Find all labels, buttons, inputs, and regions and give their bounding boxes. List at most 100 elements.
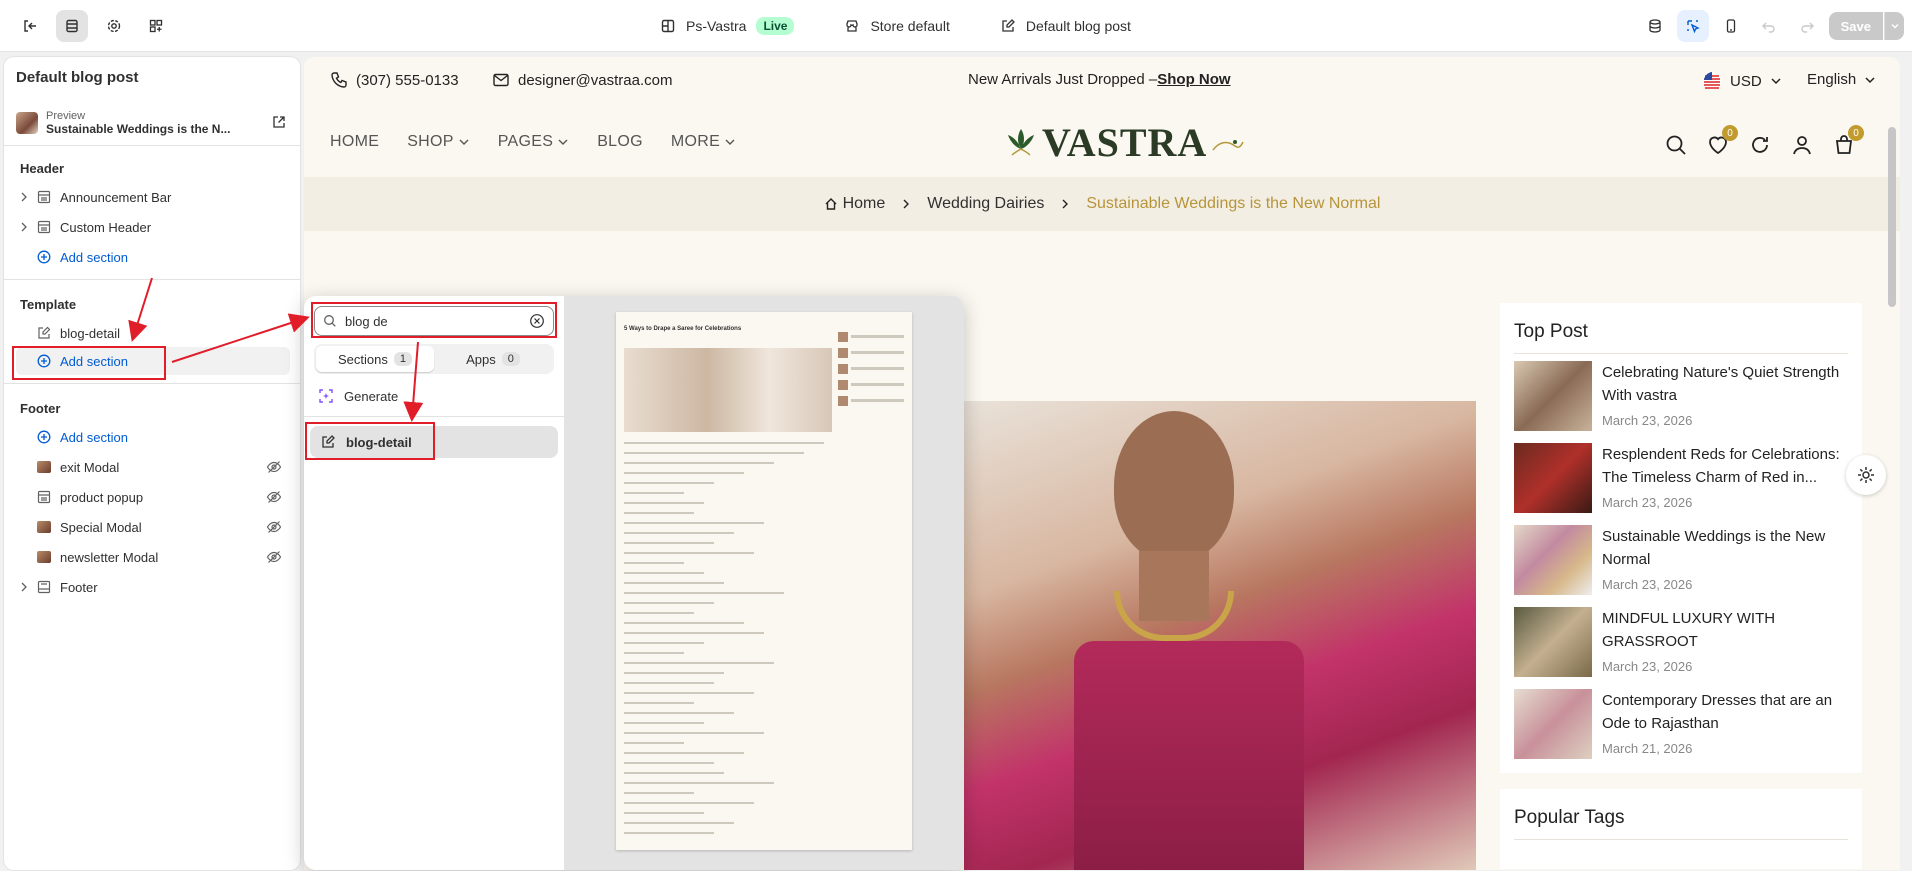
layout-icon [661,19,675,33]
section-layout-icon [36,189,52,205]
currency-selector[interactable]: USD [1702,71,1782,91]
save-button[interactable]: Save [1828,12,1883,40]
shop-now-link[interactable]: Shop Now [1157,71,1230,88]
section-special-modal[interactable]: Special Modal [16,513,290,541]
preview-selector[interactable]: Preview Sustainable Weddings is the N... [16,103,290,143]
eye-hidden-icon[interactable] [266,549,282,565]
post-thumbnail [1514,525,1592,595]
cart-count: 0 [1848,125,1864,141]
section-product-popup[interactable]: product popup [16,483,290,511]
annotation-highlight-search [311,302,557,338]
cart-button[interactable]: 0 [1832,125,1864,162]
chevron-right-icon[interactable] [16,582,32,592]
template-selector[interactable]: Default blog post [1000,18,1131,34]
theme-selector[interactable]: Store default [844,18,950,34]
header-add-section-button[interactable]: Add section [16,243,290,271]
top-post-item[interactable]: Resplendent Reds for Celebrations: The T… [1514,443,1848,513]
preview-text-line [624,622,744,624]
top-post-item[interactable]: Celebrating Nature's Quiet Strength With… [1514,361,1848,431]
redo-icon[interactable] [1791,10,1823,42]
top-post-item[interactable]: Sustainable Weddings is the New Normal M… [1514,525,1848,595]
nav-pages[interactable]: PAGES [498,133,569,151]
inspector-icon[interactable] [1676,10,1709,42]
eye-hidden-icon[interactable] [266,489,282,505]
footer-add-section-button[interactable]: Add section [16,423,290,451]
search-icon[interactable] [1664,133,1688,157]
section-newsletter-modal[interactable]: newsletter Modal [16,543,290,571]
preview-text-line [624,832,714,834]
preview-text-line [624,472,744,474]
top-post-card: Top Post Celebrating Nature's Quiet Stre… [1500,303,1862,773]
preview-doc-title: 5 Ways to Drape a Saree for Celebrations [624,326,742,332]
footer-group-label: Footer [20,401,61,416]
phone-contact[interactable]: (307) 555-0133 [330,71,459,89]
edit-icon [1002,19,1015,32]
eye-hidden-icon[interactable] [266,459,282,475]
compare-icon[interactable] [1748,133,1772,157]
theme-settings-icon[interactable] [98,10,130,42]
exit-icon[interactable] [14,10,46,42]
annotation-highlight-add-section [12,346,166,380]
breadcrumb-home[interactable]: Home [824,195,885,213]
chevron-down-icon [725,139,735,145]
section-thumbnail-icon [36,549,52,565]
section-blog-detail[interactable]: blog-detail [16,319,290,347]
sections-sidebar: Default blog post Preview Sustainable We… [4,57,300,870]
section-exit-modal[interactable]: exit Modal [16,453,290,481]
external-link-icon[interactable] [272,115,286,129]
top-post-item[interactable]: MINDFUL LUXURY WITH GRASSROOT March 23, … [1514,607,1848,677]
section-announcement-bar[interactable]: Announcement Bar [16,183,290,211]
preview-scrollbar[interactable] [1888,127,1896,307]
us-flag-icon [1703,72,1721,90]
preview-text-line [624,592,784,594]
chevron-right-icon[interactable] [16,222,32,232]
floating-settings-button[interactable] [1846,455,1886,495]
nav-more[interactable]: MORE [671,133,736,151]
email-contact[interactable]: designer@vastraa.com [492,71,672,89]
logo-text: VASTRA [1042,120,1208,165]
preview-text-line [624,652,684,654]
user-icon[interactable] [1790,133,1814,157]
nav-blog[interactable]: BLOG [597,133,643,151]
preview-text-line [624,782,774,784]
generate-section-button[interactable]: Generate [318,388,398,404]
preview-title: Sustainable Weddings is the N... [46,122,231,136]
undo-icon[interactable] [1753,10,1785,42]
save-options-button[interactable] [1884,12,1904,40]
wishlist-button[interactable]: 0 [1706,125,1738,162]
post-title: Resplendent Reds for Celebrations: The T… [1602,446,1840,486]
chevron-right-icon [1062,199,1069,209]
plus-circle-icon [36,249,52,265]
section-thumbnail-icon [36,519,52,535]
database-icon[interactable] [1639,10,1671,42]
post-date: March 23, 2026 [1602,413,1693,428]
tab-apps[interactable]: Apps 0 [434,346,552,372]
chevron-right-icon[interactable] [16,192,32,202]
sections-icon[interactable] [56,9,88,42]
post-title: MINDFUL LUXURY WITH GRASSROOT [1602,610,1776,650]
plus-circle-icon [36,429,52,445]
add-section-label: Add section [60,249,128,265]
store-logo[interactable]: VASTRA [1004,119,1245,166]
language-selector[interactable]: English [1807,71,1876,88]
preview-thumbnail [16,112,38,134]
mobile-icon[interactable] [1715,10,1747,42]
breadcrumb: Home Wedding Dairies Sustainable Wedding… [304,177,1900,231]
post-thumbnail [1514,361,1592,431]
store-selector[interactable]: Ps-Vastra Live [660,17,795,35]
nav-home[interactable]: HOME [330,133,379,151]
sparkle-icon [319,389,333,403]
breadcrumb-category[interactable]: Wedding Dairies [927,195,1044,213]
section-footer[interactable]: Footer [16,573,290,601]
tab-sections[interactable]: Sections 1 [316,346,434,372]
preview-text-line [624,682,714,684]
apps-icon[interactable] [140,10,172,42]
eye-hidden-icon[interactable] [266,519,282,535]
preview-text-line [624,522,764,524]
flourish-icon [1212,139,1244,150]
post-date: March 23, 2026 [1602,659,1693,674]
top-post-item[interactable]: Contemporary Dresses that are an Ode to … [1514,689,1848,759]
nav-shop[interactable]: SHOP [407,133,470,151]
section-custom-header[interactable]: Custom Header [16,213,290,241]
preview-text-line [624,802,754,804]
